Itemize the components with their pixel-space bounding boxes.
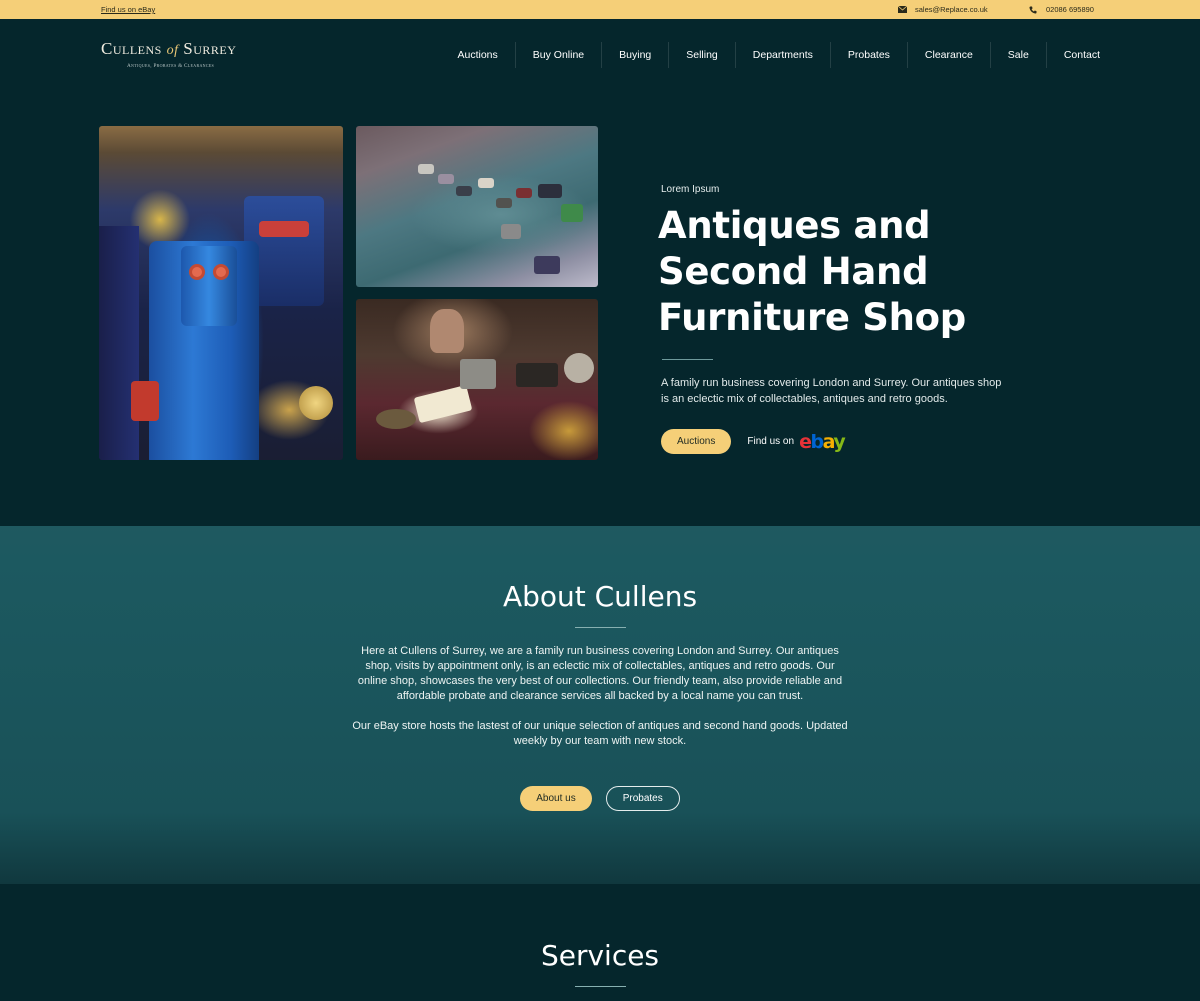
site-logo[interactable]: Cullens of Surrey Antiques, Probates & C…: [101, 39, 236, 69]
hero-divider: [662, 359, 713, 360]
services-section: Services: [0, 884, 1200, 1001]
toy-car: [496, 198, 512, 208]
find-us-on-ebay-link[interactable]: Find us on eBay: [101, 5, 155, 14]
ebay-logo[interactable]: ebay: [799, 430, 846, 453]
phone-number[interactable]: 02086 695890: [1046, 5, 1094, 14]
hero-title: Antiques and Second Hand Furniture Shop: [658, 204, 966, 339]
hero-section: Lorem Ipsum Antiques and Second Hand Fur…: [0, 99, 1200, 526]
nav-item-buy-online[interactable]: Buy Online: [514, 42, 601, 68]
about-actions: About us Probates: [0, 786, 1200, 811]
hero-image-antique-items: [356, 299, 598, 460]
nav-item-probates[interactable]: Probates: [829, 42, 907, 68]
antique-bust: [430, 309, 464, 353]
auctions-button[interactable]: Auctions: [661, 429, 732, 454]
site-header: Cullens of Surrey Antiques, Probates & C…: [0, 19, 1200, 99]
nav-item-departments[interactable]: Departments: [734, 42, 830, 68]
robot-photo-wind-key: [299, 386, 333, 420]
about-section: About Cullens Here at Cullens of Surrey,…: [0, 526, 1200, 884]
toy-car: [534, 256, 560, 274]
toy-car: [438, 174, 454, 184]
email-contact[interactable]: sales@Replace.co.uk: [898, 5, 988, 14]
logo-word-of: of: [166, 43, 179, 58]
toy-car: [501, 224, 521, 239]
antique-box: [516, 363, 558, 387]
logo-word-cullens: Cullens: [101, 39, 162, 58]
probates-button[interactable]: Probates: [605, 786, 680, 811]
logo-tagline: Antiques, Probates & Clearances: [127, 63, 215, 69]
email-address[interactable]: sales@Replace.co.uk: [915, 5, 988, 14]
logo-word-surrey: Surrey: [183, 39, 237, 58]
main-nav: Auctions Buy Online Buying Selling Depar…: [440, 42, 1100, 68]
robot-photo-eye: [189, 264, 205, 280]
hero-actions: Auctions Find us on ebay: [661, 429, 1078, 454]
ebay-letter-y: y: [833, 430, 845, 453]
about-us-button[interactable]: About us: [520, 786, 592, 811]
mail-icon: [898, 6, 907, 13]
top-bar: Find us on eBay sales@Replace.co.uk 0208…: [0, 0, 1200, 19]
services-heading: Services: [540, 939, 660, 972]
robot-photo-shadow: [99, 226, 139, 460]
find-us-on-ebay[interactable]: Find us on ebay: [747, 430, 846, 453]
nav-item-auctions[interactable]: Auctions: [440, 42, 514, 68]
antique-camera: [460, 359, 496, 389]
nav-item-sale[interactable]: Sale: [989, 42, 1046, 68]
toy-car: [456, 186, 472, 196]
ebay-letter-a: a: [822, 430, 835, 453]
hero-image-tin-robot: [99, 126, 343, 460]
phone-contact[interactable]: 02086 695890: [1029, 5, 1094, 14]
nav-item-contact[interactable]: Contact: [1045, 42, 1100, 68]
robot-photo-eye: [213, 264, 229, 280]
toy-car: [418, 164, 434, 174]
antique-dial: [564, 353, 594, 383]
nav-item-buying[interactable]: Buying: [601, 42, 668, 68]
about-paragraph: Here at Cullens of Surrey, we are a fami…: [357, 645, 843, 702]
hero-description: A family run business covering London an…: [661, 377, 1002, 405]
hero-eyebrow: Lorem Ipsum: [661, 184, 720, 195]
about-divider: [574, 627, 626, 628]
robot-photo-head: [181, 246, 237, 326]
hero-copy: Lorem Ipsum Antiques and Second Hand Fur…: [658, 184, 1078, 454]
toy-car: [538, 184, 562, 198]
phone-icon: [1029, 6, 1037, 14]
toy-car: [561, 204, 583, 222]
robot-photo-red-part: [131, 381, 159, 421]
about-heading: About Cullens: [502, 580, 698, 613]
find-us-label: Find us on: [747, 436, 795, 447]
nav-item-clearance[interactable]: Clearance: [906, 42, 990, 68]
nav-item-selling[interactable]: Selling: [668, 42, 735, 68]
ebay-letter-e: e: [799, 430, 812, 453]
toy-car: [478, 178, 494, 188]
toy-car: [516, 188, 532, 198]
antique-cigarette-case: [413, 384, 473, 424]
about-paragraph: Our eBay store hosts the lastest of our …: [352, 720, 848, 747]
ebay-letter-b: b: [810, 430, 824, 453]
robot-photo-background-eyes: [259, 221, 309, 237]
hero-image-toy-cars: [356, 126, 598, 287]
logo-wordmark: Cullens of Surrey: [101, 39, 236, 59]
antique-horn: [376, 409, 416, 429]
services-divider: [574, 986, 626, 987]
